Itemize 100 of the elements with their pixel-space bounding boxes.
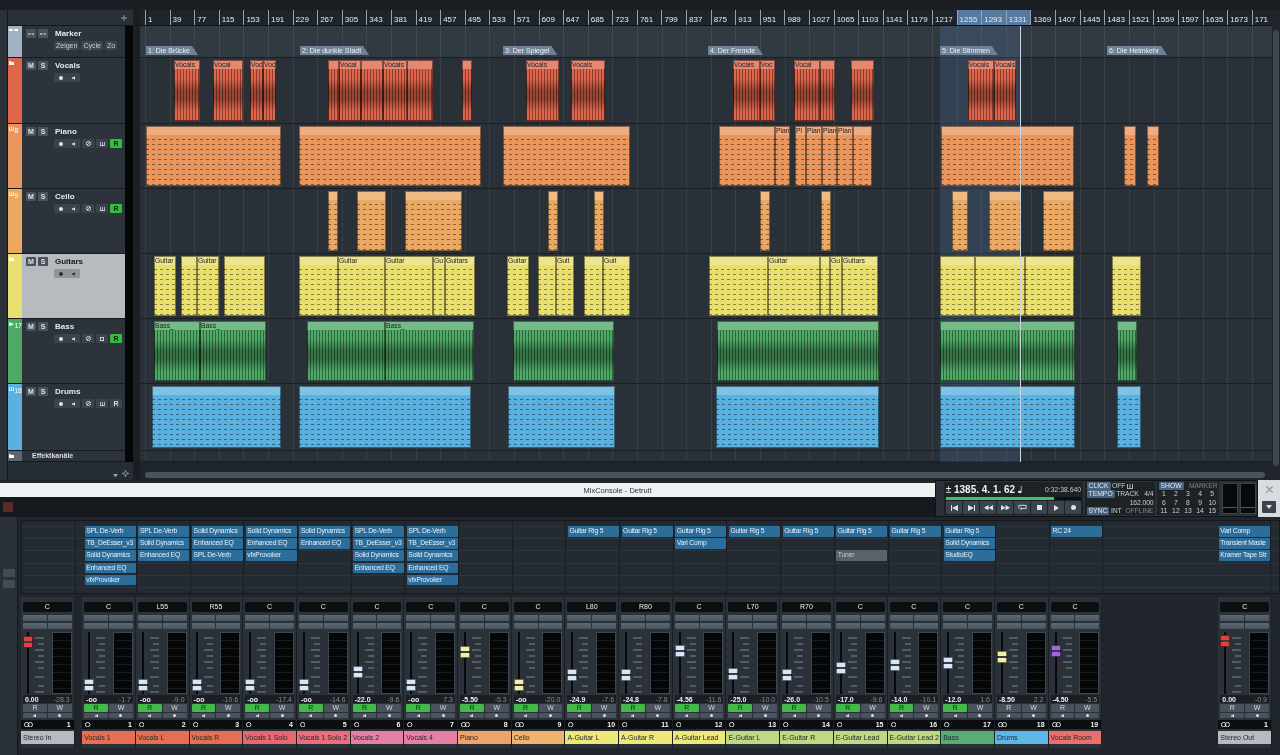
fader-handle[interactable] — [567, 669, 578, 681]
strip-button[interactable] — [377, 623, 402, 629]
fader-handle[interactable] — [23, 636, 33, 648]
strip-button[interactable] — [298, 615, 323, 621]
fader-track[interactable] — [835, 632, 846, 694]
piano-keys-icon[interactable] — [1126, 483, 1133, 489]
fader-track[interactable] — [298, 632, 309, 694]
fader-handle[interactable] — [406, 679, 417, 691]
record-monitor-button[interactable] — [54, 139, 80, 148]
monitor-button[interactable] — [460, 713, 484, 718]
strip-button[interactable] — [1021, 615, 1046, 621]
fader-track[interactable] — [137, 632, 148, 694]
record-enable-button[interactable] — [753, 713, 778, 718]
record-monitor-button[interactable] — [54, 204, 80, 213]
strip-button[interactable] — [484, 615, 509, 621]
strip-button[interactable] — [943, 623, 968, 629]
keys-button[interactable] — [96, 139, 108, 148]
record-enable-button[interactable] — [1075, 713, 1100, 718]
record-enable-button[interactable] — [1245, 713, 1269, 718]
strip-button[interactable] — [513, 623, 538, 629]
audio-event[interactable] — [851, 60, 874, 121]
strip-button[interactable] — [645, 623, 670, 629]
record-enable-button[interactable] — [645, 713, 670, 718]
strip-button[interactable] — [84, 623, 109, 629]
record-monitor-button[interactable] — [54, 334, 80, 343]
scrollbar-thumb[interactable] — [1273, 30, 1279, 466]
fader-handle[interactable] — [835, 662, 846, 674]
strip-button[interactable] — [216, 615, 241, 621]
close-icon[interactable] — [1265, 486, 1273, 493]
keys-button[interactable] — [96, 399, 108, 408]
midi-part[interactable] — [224, 256, 265, 316]
midi-part[interactable] — [716, 386, 879, 448]
fader-handle[interactable] — [137, 679, 148, 691]
midi-part[interactable] — [584, 256, 603, 316]
midi-part[interactable] — [508, 386, 615, 448]
cycle-button[interactable] — [1014, 501, 1030, 514]
record-enable-button[interactable] — [216, 713, 241, 718]
strip-button[interactable] — [1050, 615, 1075, 621]
midi-part[interactable] — [299, 386, 471, 448]
strip-button[interactable] — [245, 623, 270, 629]
record-enable-button[interactable] — [1021, 713, 1046, 718]
vertical-scrollbar[interactable] — [1272, 10, 1280, 480]
strip-button[interactable] — [137, 615, 162, 621]
position-track[interactable] — [946, 497, 1081, 500]
midi-part[interactable] — [941, 126, 1074, 186]
fader-track[interactable] — [513, 632, 524, 694]
fader-handle[interactable] — [1050, 645, 1061, 657]
strip-button[interactable] — [674, 623, 699, 629]
record-monitor-button[interactable] — [54, 399, 80, 408]
strip-button[interactable] — [592, 615, 617, 621]
strip-button[interactable] — [914, 623, 939, 629]
dropdown-button[interactable] — [1262, 501, 1276, 513]
fader-handle[interactable] — [996, 651, 1007, 663]
monitor-button[interactable] — [513, 713, 538, 718]
scrollbar-thumb[interactable] — [145, 472, 1265, 478]
monitor-button[interactable] — [835, 713, 860, 718]
strip-button[interactable] — [162, 623, 187, 629]
next-marker-button[interactable] — [963, 501, 979, 514]
monitor-button[interactable] — [728, 713, 753, 718]
midi-part[interactable] — [952, 191, 968, 251]
monitor-button[interactable] — [1050, 713, 1075, 718]
monitor-button[interactable] — [298, 713, 323, 718]
midi-part[interactable] — [760, 191, 770, 251]
square-button[interactable] — [96, 334, 108, 343]
strip-button[interactable] — [191, 623, 216, 629]
audio-event[interactable] — [462, 60, 472, 121]
monitor-button[interactable] — [1220, 713, 1245, 718]
edit-button[interactable] — [82, 139, 94, 148]
fader-track[interactable] — [1220, 632, 1231, 694]
caret-down-icon[interactable] — [113, 473, 118, 477]
stop-button[interactable] — [1031, 501, 1047, 514]
strip-button[interactable] — [860, 623, 885, 629]
record-enable-button[interactable] — [109, 713, 133, 718]
fader-handle[interactable] — [191, 679, 202, 691]
midi-part[interactable] — [1117, 386, 1141, 448]
strip-button[interactable] — [699, 615, 724, 621]
track-list-scrollbar[interactable] — [125, 26, 133, 462]
midi-part[interactable] — [719, 126, 775, 186]
monitor-button[interactable] — [84, 713, 109, 718]
monitor-button[interactable] — [191, 713, 216, 718]
keys-button[interactable] — [96, 204, 108, 213]
strip-button[interactable] — [377, 615, 402, 621]
monitor-button[interactable] — [782, 713, 806, 718]
strip-button[interactable] — [914, 615, 939, 621]
strip-button[interactable] — [513, 615, 538, 621]
strip-button[interactable] — [1075, 623, 1100, 629]
strip-button[interactable] — [216, 623, 241, 629]
strip-button[interactable] — [84, 615, 109, 621]
strip-button[interactable] — [567, 615, 592, 621]
fader-track[interactable] — [674, 632, 685, 694]
strip-button[interactable] — [567, 623, 592, 629]
monitor-button[interactable] — [352, 713, 377, 718]
midi-part[interactable] — [503, 126, 630, 186]
strip-button[interactable] — [245, 615, 270, 621]
record-monitor-button[interactable] — [54, 269, 80, 278]
edit-button[interactable] — [82, 399, 94, 408]
fader-track[interactable] — [84, 632, 95, 694]
strip-button[interactable] — [47, 615, 72, 621]
strip-button[interactable] — [592, 623, 617, 629]
strip-button[interactable] — [728, 615, 753, 621]
